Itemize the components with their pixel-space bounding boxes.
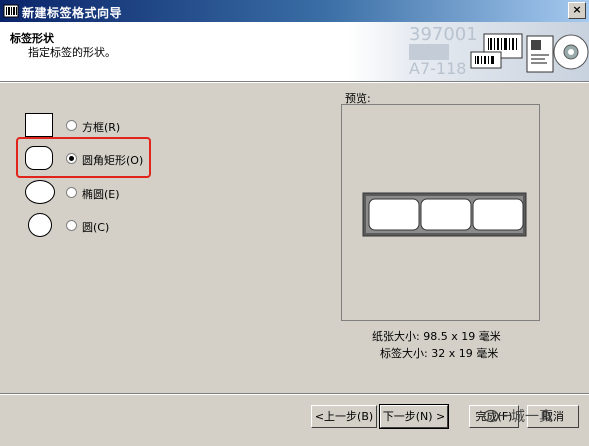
preview-label-cell [472, 198, 524, 231]
header-barcode-art: 397001 A7-118 [349, 22, 589, 81]
close-button[interactable]: × [568, 2, 586, 19]
circle-shape-icon [28, 213, 52, 237]
option-circle[interactable]: 圆(C) [25, 213, 165, 239]
preview-panel [341, 104, 540, 321]
app-icon [3, 4, 19, 18]
option-label: 圆(C) [82, 221, 110, 234]
next-button[interactable]: 下一步(N) > [379, 404, 449, 429]
header-art-text-1: 397001 [409, 24, 478, 45]
radio-circle[interactable] [66, 220, 77, 231]
step-subtitle: 指定标签的形状。 [28, 46, 116, 59]
rectangle-shape-icon [25, 113, 53, 137]
ellipse-shape-icon [25, 180, 55, 204]
radio-rounded-rectangle[interactable] [66, 153, 77, 164]
preview-label-cell [420, 198, 472, 231]
close-icon: × [572, 3, 582, 16]
radio-selected-dot [69, 156, 74, 161]
wizard-header: 标签形状 指定标签的形状。 397001 A7-118 [0, 22, 589, 82]
option-label: 椭圆(E) [82, 188, 120, 201]
preview-label-cell [368, 198, 420, 231]
option-label: 方框(R) [82, 121, 121, 134]
label-size-text: 标签大小: 32 x 19 毫米 [380, 347, 499, 360]
option-label: 圆角矩形(O) [82, 154, 144, 167]
label-preview-graphic [362, 192, 527, 237]
header-separator [0, 82, 589, 83]
window-title: 新建标签格式向导 [22, 6, 123, 20]
rounded-rectangle-shape-icon [25, 146, 53, 170]
radio-rectangle[interactable] [66, 120, 77, 131]
radio-ellipse[interactable] [66, 187, 77, 198]
paper-size-text: 纸张大小: 98.5 x 19 毫米 [372, 330, 501, 343]
option-ellipse[interactable]: 椭圆(E) [25, 180, 165, 206]
header-art-text-2: A7-118 [409, 59, 466, 78]
watermark-text: 一城一真 [497, 409, 553, 425]
option-rounded-rectangle[interactable]: 圆角矩形(O) [25, 146, 165, 172]
title-bar: 新建标签格式向导 × [0, 0, 589, 22]
back-button[interactable]: <上一步(B) [311, 405, 377, 428]
option-rectangle[interactable]: 方框(R) [25, 113, 165, 139]
